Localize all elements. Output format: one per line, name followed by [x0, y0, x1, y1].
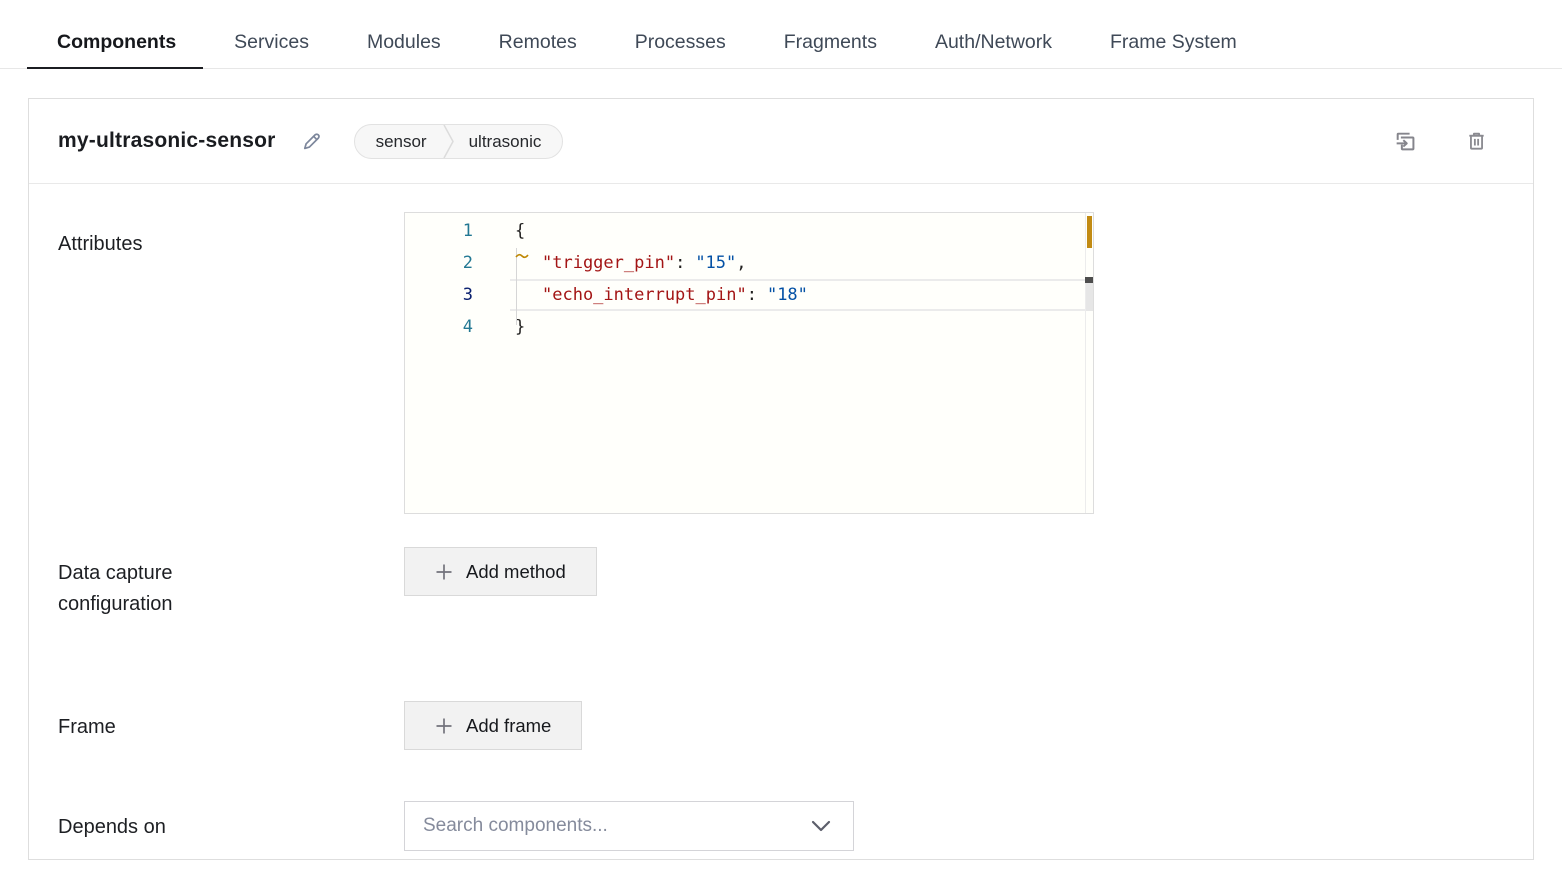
- scrollbar-thumb[interactable]: [1086, 283, 1093, 311]
- line-number: 1: [405, 215, 510, 247]
- tab-frame-system[interactable]: Frame System: [1110, 31, 1237, 68]
- tab-components[interactable]: Components: [57, 31, 176, 68]
- code-line-3: "echo_interrupt_pin":"18": [510, 279, 1093, 311]
- attributes-label: Attributes: [58, 212, 404, 514]
- tab-fragments[interactable]: Fragments: [784, 31, 877, 68]
- frame-label: Frame: [58, 701, 404, 750]
- delete-button[interactable]: [1465, 129, 1488, 153]
- badge-type: sensor: [355, 125, 443, 158]
- plus-icon: [435, 563, 453, 581]
- tab-processes[interactable]: Processes: [635, 31, 726, 68]
- code-line-2: "trigger_pin":"15",: [510, 247, 1093, 279]
- code-line-4: }: [510, 311, 1093, 343]
- attributes-editor[interactable]: 1 2 3 4 { "trigger_pin":"15", "echo_inte…: [404, 212, 1094, 514]
- component-card: my-ultrasonic-sensor sensor ultrasonic: [28, 98, 1534, 860]
- depends-on-row: Depends on: [58, 801, 1533, 851]
- depends-on-label: Depends on: [58, 801, 404, 851]
- add-frame-button[interactable]: Add frame: [404, 701, 582, 750]
- component-type-badge: sensor ultrasonic: [354, 124, 564, 159]
- component-card-body: Attributes 1 2 3 4 { "trigger_pin":"15",…: [29, 212, 1533, 851]
- tab-remotes[interactable]: Remotes: [499, 31, 577, 68]
- editor-line-numbers: 1 2 3 4: [405, 213, 510, 513]
- code-line-1: {: [510, 215, 1093, 247]
- plus-icon: [435, 717, 453, 735]
- duplicate-button[interactable]: [1393, 129, 1418, 154]
- data-capture-row: Data capture configuration Add method: [58, 547, 1533, 620]
- badge-model: ultrasonic: [454, 125, 563, 158]
- add-method-label: Add method: [466, 561, 566, 583]
- component-card-header: my-ultrasonic-sensor sensor ultrasonic: [29, 99, 1533, 184]
- line-number: 2: [405, 247, 510, 279]
- editor-code-area[interactable]: { "trigger_pin":"15", "echo_interrupt_pi…: [510, 213, 1093, 513]
- depends-on-select[interactable]: [404, 801, 854, 851]
- trash-icon: [1465, 129, 1488, 153]
- tab-auth-network[interactable]: Auth/Network: [935, 31, 1052, 68]
- data-capture-label: Data capture configuration: [58, 547, 404, 620]
- tab-services[interactable]: Services: [234, 31, 309, 68]
- edit-name-button[interactable]: [300, 130, 323, 153]
- add-frame-label: Add frame: [466, 715, 551, 737]
- line-number-active: 3: [405, 279, 510, 311]
- component-name: my-ultrasonic-sensor: [58, 129, 276, 153]
- tab-modules[interactable]: Modules: [367, 31, 441, 68]
- tab-bar: Components Services Modules Remotes Proc…: [0, 0, 1562, 69]
- pencil-icon: [300, 130, 323, 153]
- duplicate-icon: [1393, 129, 1418, 154]
- frame-row: Frame Add frame: [58, 701, 1533, 750]
- chevron-right-icon: [443, 125, 454, 158]
- warning-marker: [1087, 216, 1092, 248]
- editor-overview-ruler[interactable]: [1085, 213, 1093, 513]
- search-components-input[interactable]: [405, 802, 853, 850]
- attributes-row: Attributes 1 2 3 4 { "trigger_pin":"15",…: [58, 212, 1533, 514]
- line-number: 4: [405, 311, 510, 343]
- add-method-button[interactable]: Add method: [404, 547, 597, 596]
